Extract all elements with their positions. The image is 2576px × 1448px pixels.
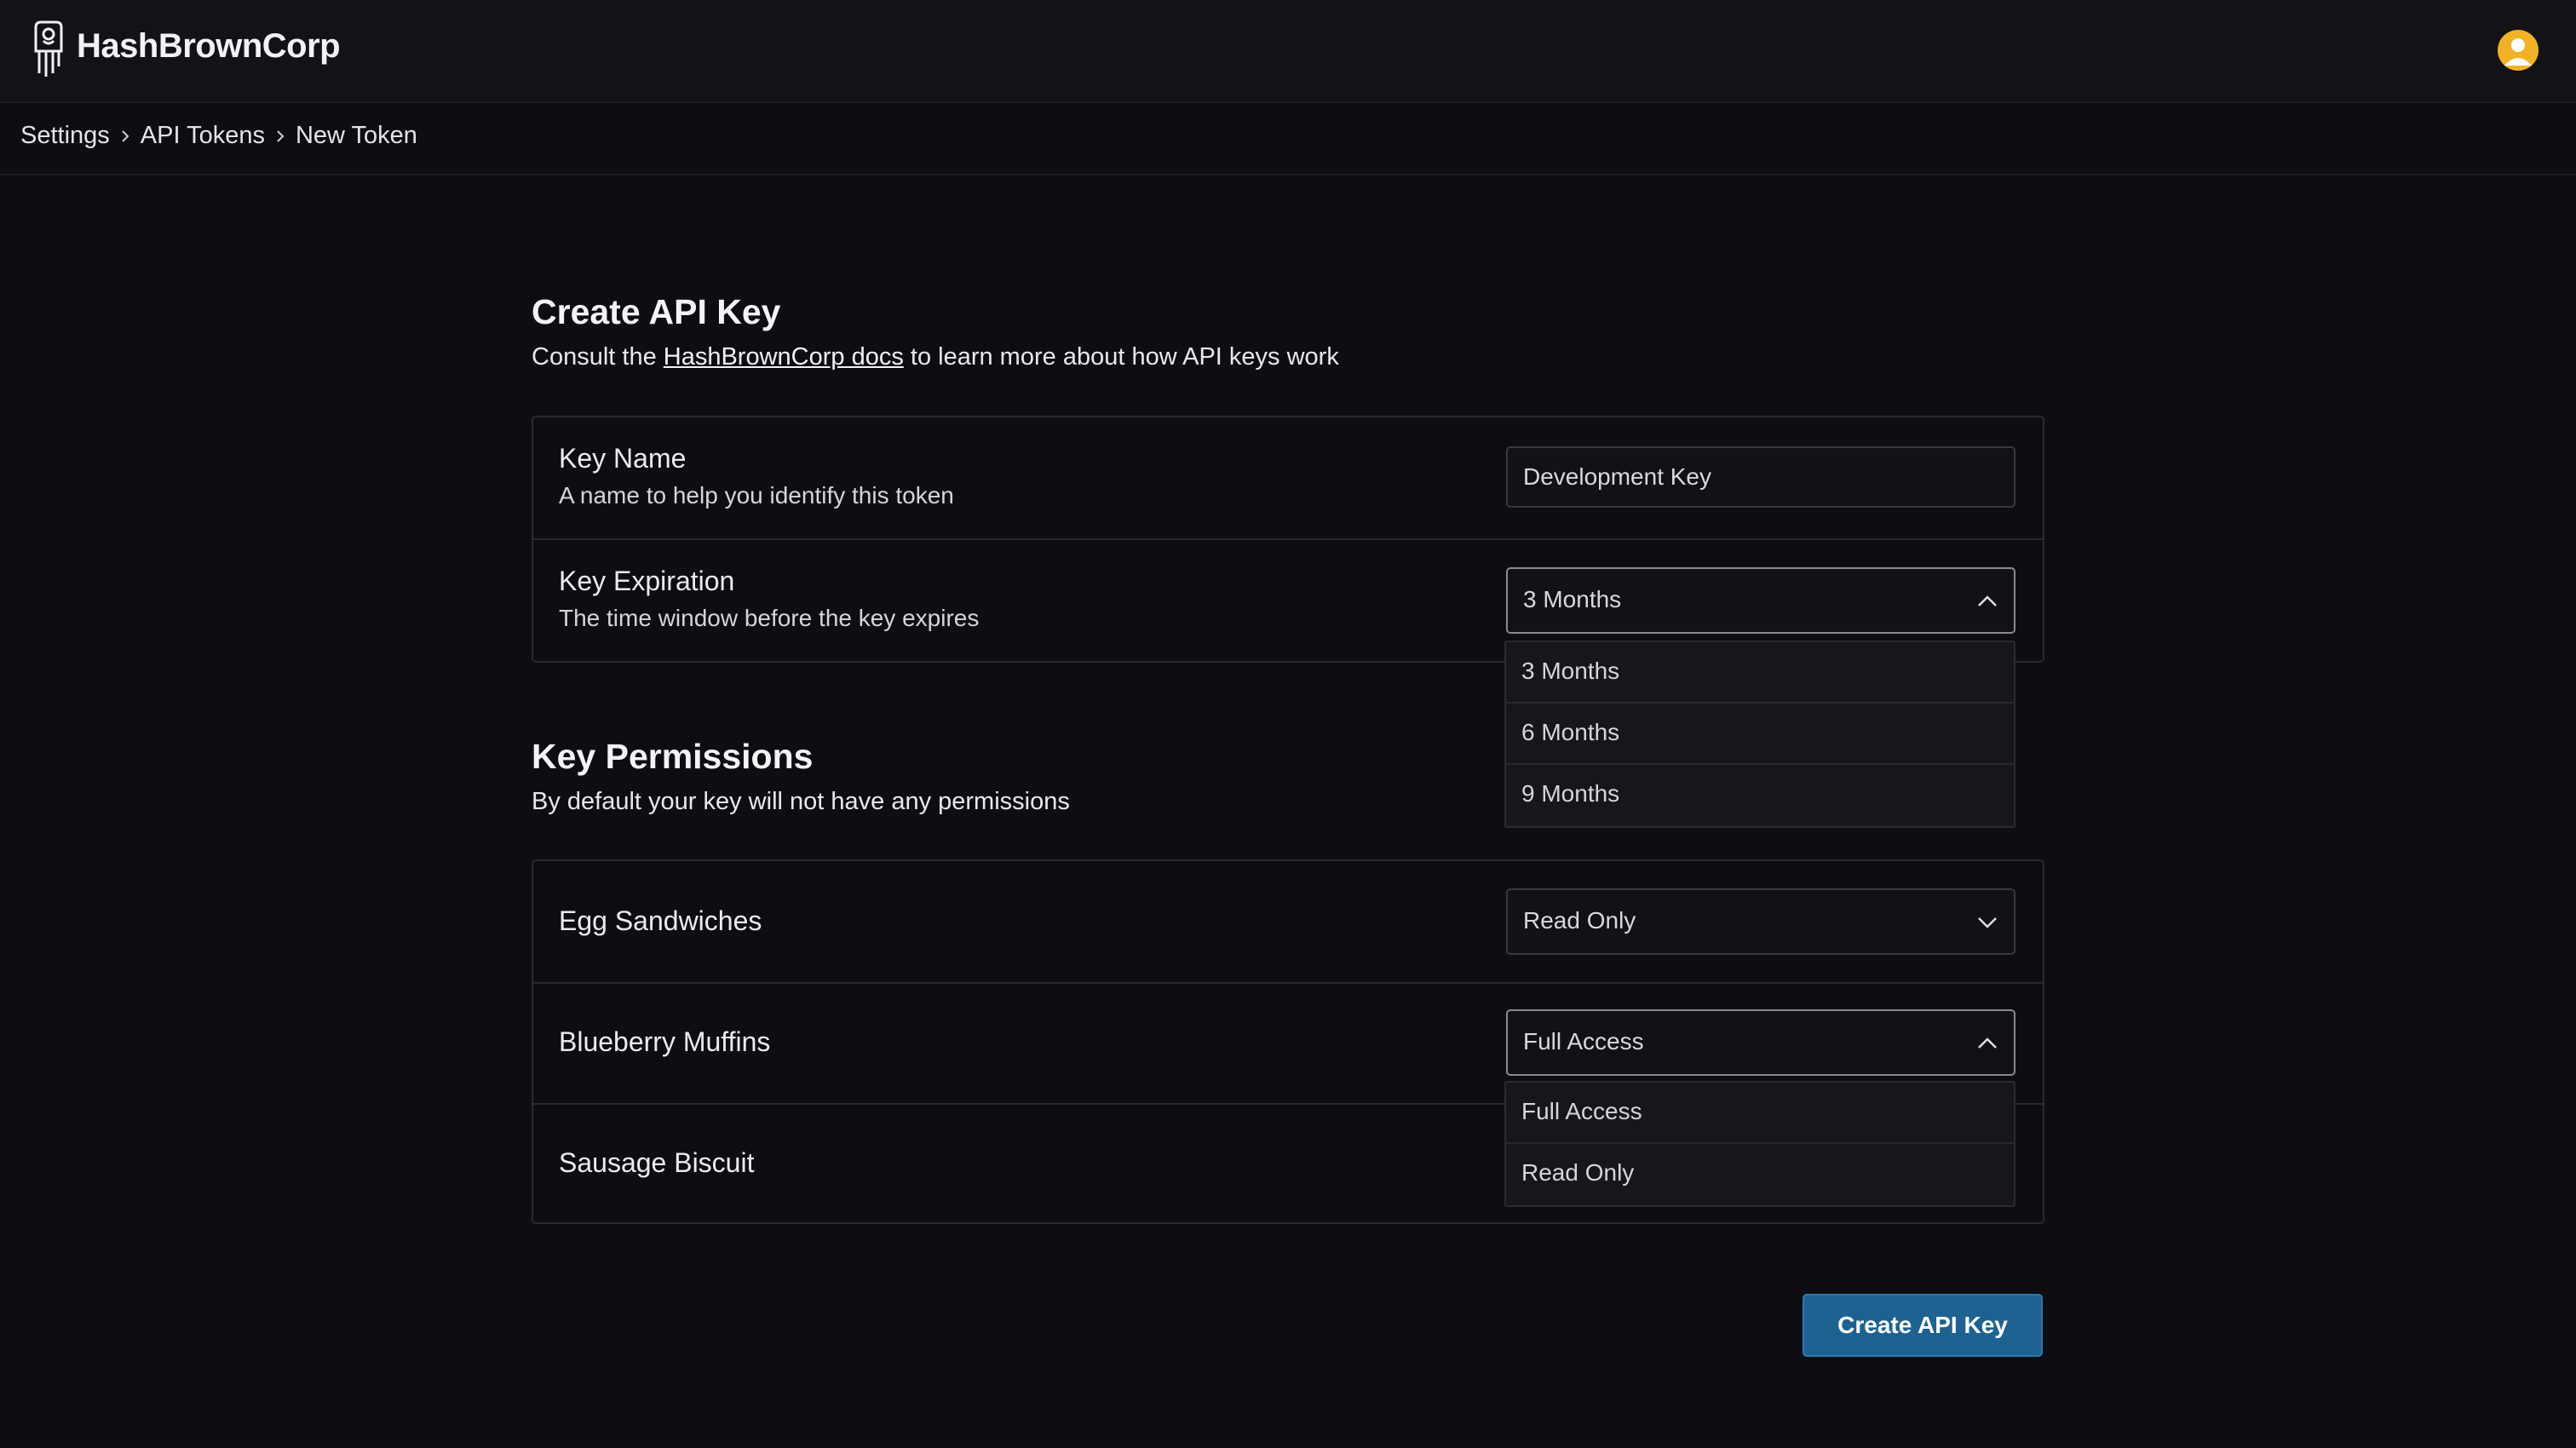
egg-sandwiches-selected: Read Only [1523, 907, 1636, 934]
key-permissions-title: Key Permissions [532, 737, 814, 776]
key-expiration-dropdown: 3 Months 6 Months 9 Months [1504, 641, 2015, 828]
dropdown-option[interactable]: Read Only [1506, 1144, 2014, 1205]
key-name-input[interactable]: Development Key [1506, 446, 2015, 508]
blueberry-muffins-dropdown: Full Access Read Only [1504, 1081, 2015, 1207]
breadcrumb-new-token: New Token [295, 122, 417, 149]
key-name-description: A name to help you identify this token [559, 482, 954, 509]
key-expiration-selected: 3 Months [1523, 586, 1622, 612]
breadcrumb: Settings API Tokens New Token [20, 122, 417, 150]
brand-name[interactable]: HashBrownCorp [77, 27, 341, 66]
chevron-up-icon [1978, 1037, 1997, 1049]
subtitle-prefix: Consult the [532, 343, 664, 371]
breadcrumb-api-tokens[interactable]: API Tokens [141, 122, 265, 150]
breadcrumb-settings[interactable]: Settings [20, 122, 110, 150]
create-api-key-title: Create API Key [532, 292, 781, 331]
key-name-row: Key Name A name to help you identify thi… [533, 417, 2043, 540]
key-expiration-label: Key Expiration [559, 566, 735, 596]
user-avatar-icon[interactable] [2498, 30, 2539, 71]
key-expiration-select[interactable]: 3 Months [1506, 567, 2015, 634]
key-expiration-description: The time window before the key expires [559, 605, 980, 631]
chevron-right-icon [265, 122, 296, 150]
chevron-down-icon [1978, 917, 1997, 928]
permission-label: Egg Sandwiches [559, 905, 762, 936]
hashbrown-logo-icon[interactable] [31, 20, 66, 78]
chevron-right-icon [110, 122, 141, 150]
blueberry-muffins-selected: Full Access [1523, 1028, 1644, 1054]
key-settings-card: Key Name A name to help you identify thi… [532, 416, 2044, 663]
key-name-label: Key Name [559, 443, 687, 474]
key-name-value: Development Key [1523, 463, 1712, 490]
egg-sandwiches-select[interactable]: Read Only [1506, 888, 2015, 955]
subtitle-suffix: to learn more about how API keys work [903, 343, 1339, 371]
breadcrumb-bar: Settings API Tokens New Token [0, 103, 2576, 175]
create-api-key-subtitle: Consult the HashBrownCorp docs to learn … [532, 343, 1339, 371]
docs-link[interactable]: HashBrownCorp docs [664, 343, 904, 371]
dropdown-option[interactable]: 6 Months [1506, 704, 2014, 765]
chevron-up-icon [1978, 595, 1997, 606]
blueberry-muffins-select[interactable]: Full Access [1506, 1009, 2015, 1076]
top-header: HashBrownCorp [0, 0, 2576, 103]
permission-label: Sausage Biscuit [559, 1147, 755, 1178]
create-api-key-button[interactable]: Create API Key [1803, 1294, 2043, 1357]
permission-label: Blueberry Muffins [559, 1026, 771, 1057]
dropdown-option[interactable]: 3 Months [1506, 642, 2014, 704]
key-permissions-subtitle: By default your key will not have any pe… [532, 788, 1070, 815]
permission-row-egg-sandwiches: Egg Sandwiches Read Only [533, 861, 2043, 984]
dropdown-option[interactable]: Full Access [1506, 1083, 2014, 1144]
dropdown-option[interactable]: 9 Months [1506, 765, 2014, 826]
